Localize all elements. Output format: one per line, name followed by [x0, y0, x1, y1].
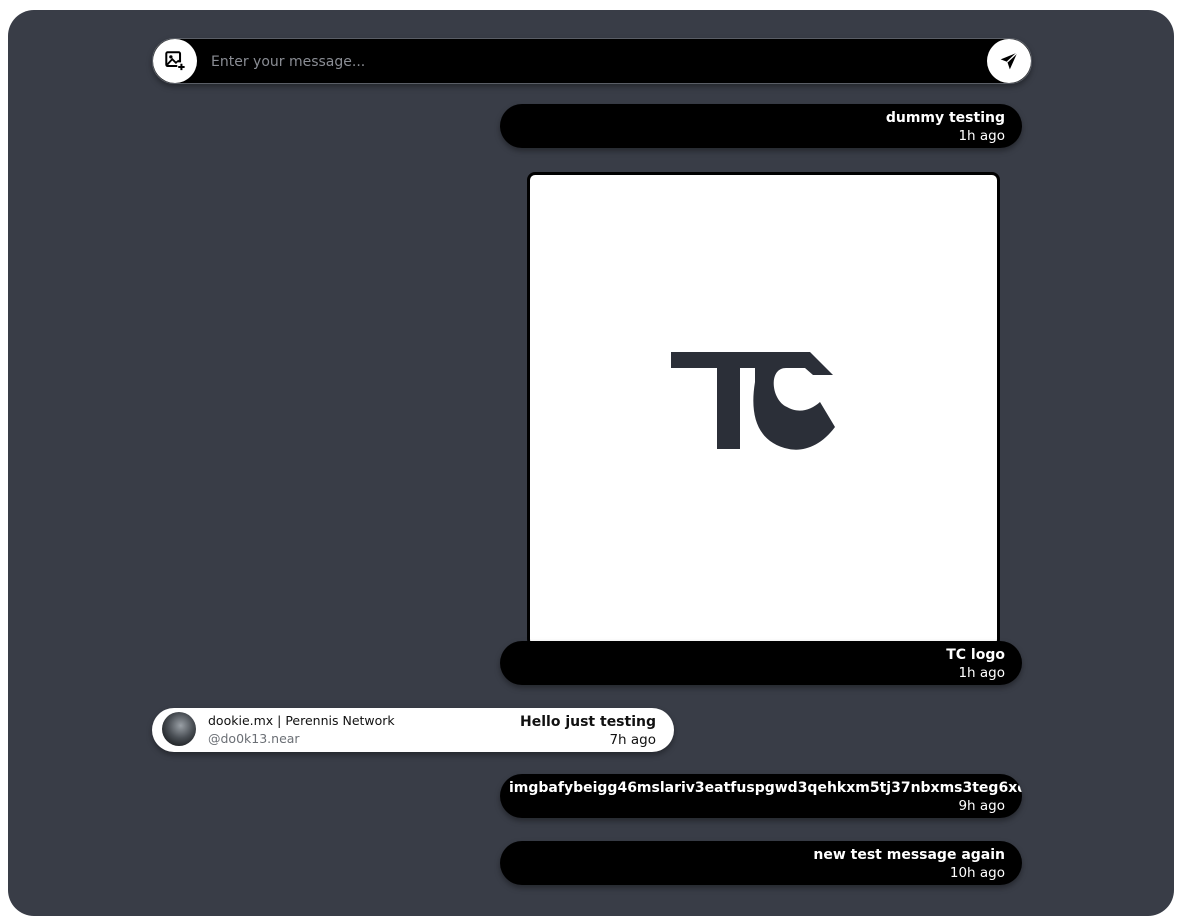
- message-time: 1h ago: [958, 665, 1005, 681]
- author-name[interactable]: dookie.mx | Perennis Network: [208, 713, 395, 728]
- message-input[interactable]: [209, 39, 973, 85]
- message-composer: [152, 38, 1032, 85]
- image-add-icon: [165, 51, 186, 71]
- send-icon: [1000, 52, 1018, 70]
- avatar[interactable]: [162, 712, 196, 746]
- message-text: imgbafybeigg46mslariv3eatfuspgwd3qehkxm5…: [509, 780, 1022, 796]
- message-time: 9h ago: [958, 798, 1005, 814]
- attach-image-button[interactable]: [153, 39, 197, 83]
- author-handle[interactable]: @do0k13.near: [208, 731, 300, 746]
- message-time: 1h ago: [958, 128, 1005, 144]
- message-text: TC logo: [946, 647, 1005, 663]
- message-bubble: new test message again 10h ago: [500, 841, 1022, 885]
- message-bubble: dummy testing 1h ago: [500, 104, 1022, 148]
- send-button[interactable]: [987, 39, 1031, 83]
- message-bubble: TC logo 1h ago: [500, 641, 1022, 685]
- message-time: 7h ago: [609, 732, 656, 748]
- message-text: dummy testing: [885, 110, 1005, 126]
- message-image[interactable]: [527, 172, 1000, 647]
- chat-panel: dummy testing 1h ago TC logo 1h ago dook…: [8, 10, 1174, 916]
- tc-logo-image: [671, 352, 835, 450]
- message-text: new test message again: [813, 847, 1005, 863]
- message-text: Hello just testing: [520, 714, 656, 730]
- message-time: 10h ago: [949, 865, 1005, 881]
- message-bubble: imgbafybeigg46mslariv3eatfuspgwd3qehkxm5…: [500, 774, 1022, 818]
- incoming-message-bubble: dookie.mx | Perennis Network @do0k13.nea…: [152, 708, 674, 752]
